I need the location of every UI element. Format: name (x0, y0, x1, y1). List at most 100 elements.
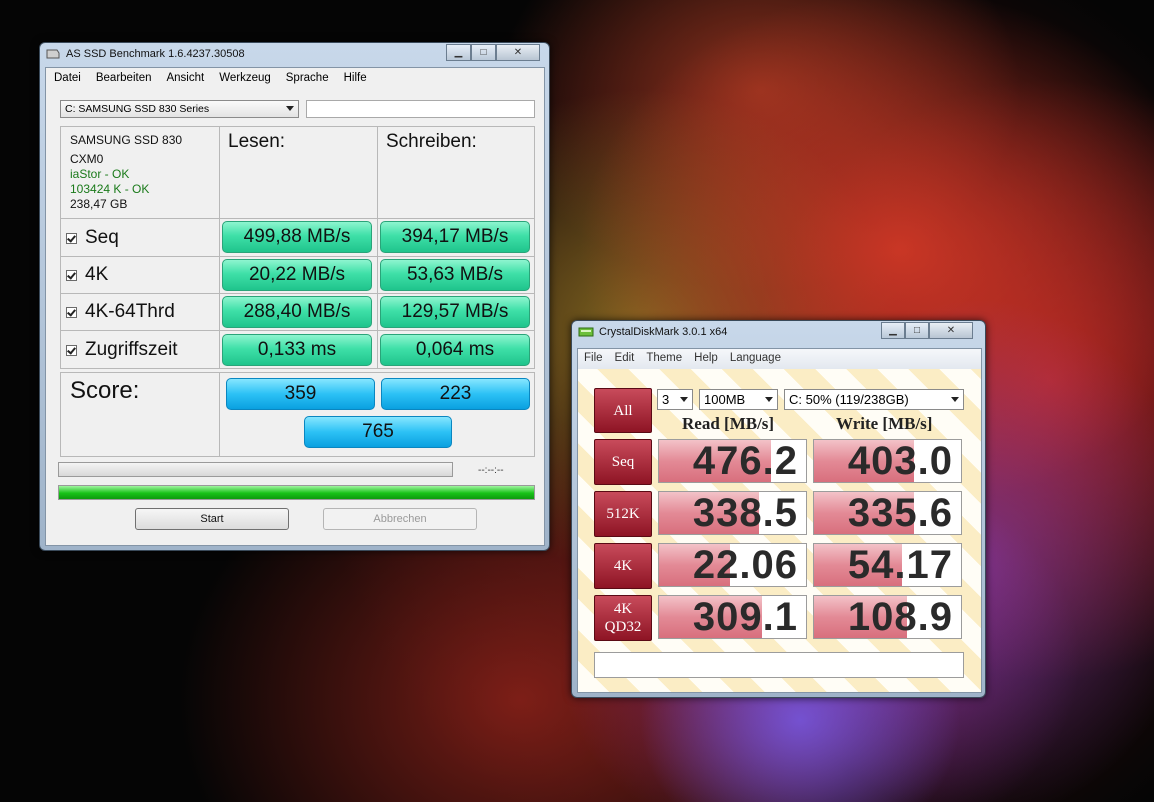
read-header: Lesen: (228, 131, 286, 152)
4k64-row-label[interactable]: 4K-64Thrd (66, 301, 175, 323)
maximize-button[interactable]: □ (471, 44, 496, 61)
menu-hilfe[interactable]: Hilfe (336, 68, 374, 90)
access-time-read-value: 0,133 ms (222, 334, 372, 366)
4k-checkbox[interactable] (66, 269, 77, 281)
access-time-checkbox[interactable] (66, 344, 77, 356)
as-ssd-window: AS SSD Benchmark 1.6.4237.30508 ▁ □ ✕ Da… (39, 42, 550, 551)
alignment-status: 103424 K - OK (70, 182, 150, 196)
512k-read-value: 338.5 (692, 491, 798, 535)
all-button[interactable]: All (594, 388, 652, 433)
drive-firmware: CXM0 (70, 152, 104, 166)
window-title: AS SSD Benchmark 1.6.4237.30508 (66, 48, 245, 60)
4k-qd32-read-cell: 309.1 (658, 595, 807, 639)
test-progress-bar (58, 462, 453, 477)
write-column-header: Write [MB/s] (836, 414, 933, 433)
write-score: 223 (381, 378, 530, 410)
abort-button[interactable]: Abbrechen (323, 508, 477, 530)
4k-read-value: 20,22 MB/s (222, 259, 372, 291)
chevron-down-icon (951, 397, 959, 402)
read-header-cell: Lesen: (219, 126, 378, 219)
read-column-header: Read [MB/s] (682, 414, 775, 433)
chevron-down-icon (286, 106, 294, 111)
cdm-client: File Edit Theme Help Language All 3 100M… (577, 348, 982, 693)
elapsed-time: --:--:-- (478, 465, 504, 476)
row-label-cell: 4K-64Thrd (60, 293, 220, 331)
total-score: 765 (304, 416, 452, 448)
access-time-row-label[interactable]: Zugriffszeit (66, 339, 178, 361)
menu-sprache[interactable]: Sprache (278, 68, 336, 90)
write-header-cell: Schreiben: (377, 126, 535, 219)
disk-icon (578, 325, 594, 337)
menu-datei[interactable]: Datei (46, 68, 88, 90)
test-count-select[interactable]: 3 (657, 389, 693, 410)
read-score: 359 (226, 378, 375, 410)
4k64-checkbox[interactable] (66, 306, 77, 318)
cdm-titlebar[interactable]: CrystalDiskMark 3.0.1 x64 ▁ □ ✕ (572, 321, 985, 343)
seq-test-button[interactable]: Seq (594, 439, 652, 485)
4k-write-value: 53,63 MB/s (380, 259, 530, 291)
seq-write-cell: 403.0 (813, 439, 962, 483)
drive-icon (46, 47, 60, 59)
4k-qd32-test-button[interactable]: 4K QD32 (594, 595, 652, 641)
status-bar (594, 652, 964, 678)
cdm-window: CrystalDiskMark 3.0.1 x64 ▁ □ ✕ File Edi… (571, 320, 986, 698)
4k-test-button[interactable]: 4K (594, 543, 652, 589)
test-size-select[interactable]: 100MB (699, 389, 778, 410)
seq-row-label[interactable]: Seq (66, 227, 119, 249)
512k-read-cell: 338.5 (658, 491, 807, 535)
menu-werkzeug[interactable]: Werkzeug (211, 68, 278, 90)
menu-language[interactable]: Language (724, 349, 787, 369)
512k-test-button[interactable]: 512K (594, 491, 652, 537)
seq-write-value: 403.0 (847, 439, 953, 483)
menu-help[interactable]: Help (688, 349, 724, 369)
drive-select[interactable]: C: SAMSUNG SSD 830 Series (60, 100, 299, 118)
drive-size: 238,47 GB (70, 197, 128, 211)
seq-read-cell: 476.2 (658, 439, 807, 483)
drive-model: SAMSUNG SSD 830 (70, 133, 183, 147)
start-button[interactable]: Start (135, 508, 289, 530)
total-progress-bar (58, 485, 535, 500)
menu-bearbeiten[interactable]: Bearbeiten (88, 68, 159, 90)
cdm-close-button[interactable]: ✕ (929, 322, 973, 339)
score-label-cell: Score: (60, 372, 220, 457)
write-header: Schreiben: (386, 131, 477, 152)
seq-read-value: 499,88 MB/s (222, 221, 372, 253)
drive-info-panel: SAMSUNG SSD 830 CXM0 iaStor - OK 103424 … (60, 126, 220, 219)
4k-qd32-write-value: 108.9 (847, 595, 953, 639)
seq-checkbox[interactable] (66, 232, 77, 244)
minimize-button[interactable]: ▁ (446, 44, 471, 61)
512k-write-value: 335.6 (847, 491, 953, 535)
close-button[interactable]: ✕ (496, 44, 540, 61)
cdm-maximize-button[interactable]: □ (905, 322, 929, 339)
as-ssd-titlebar[interactable]: AS SSD Benchmark 1.6.4237.30508 ▁ □ ✕ (40, 43, 549, 65)
4k-read-value: 22.06 (692, 543, 798, 587)
row-label-cell: Zugriffszeit (60, 330, 220, 369)
cdm-minimize-button[interactable]: ▁ (881, 322, 905, 339)
row-label-cell: Seq (60, 218, 220, 257)
4k64-read-value: 288,40 MB/s (222, 296, 372, 328)
512k-write-cell: 335.6 (813, 491, 962, 535)
access-time-write-value: 0,064 ms (380, 334, 530, 366)
4k-write-value: 54.17 (847, 543, 953, 587)
menu-edit[interactable]: Edit (609, 349, 641, 369)
cdm-menu-bar: File Edit Theme Help Language (578, 349, 981, 369)
4k-read-cell: 22.06 (658, 543, 807, 587)
menu-file[interactable]: File (578, 349, 609, 369)
extra-text-field[interactable] (306, 100, 535, 118)
4k-qd32-write-cell: 108.9 (813, 595, 962, 639)
cdm-window-title: CrystalDiskMark 3.0.1 x64 (599, 326, 728, 338)
drive-select[interactable]: C: 50% (119/238GB) (784, 389, 964, 410)
menu-theme[interactable]: Theme (640, 349, 688, 369)
4k-row-label[interactable]: 4K (66, 264, 108, 286)
driver-status: iaStor - OK (70, 167, 130, 181)
chevron-down-icon (680, 397, 688, 402)
4k-qd32-read-value: 309.1 (692, 595, 798, 639)
row-label-cell: 4K (60, 256, 220, 294)
menu-ansicht[interactable]: Ansicht (158, 68, 211, 90)
chevron-down-icon (765, 397, 773, 402)
menu-bar: Datei Bearbeiten Ansicht Werkzeug Sprach… (46, 68, 544, 90)
total-progress-fill (59, 486, 534, 499)
4k64-write-value: 129,57 MB/s (380, 296, 530, 328)
seq-read-value: 476.2 (692, 439, 798, 483)
cdm-body: All 3 100MB C: 50% (119/238GB) Read [MB/… (578, 369, 981, 692)
